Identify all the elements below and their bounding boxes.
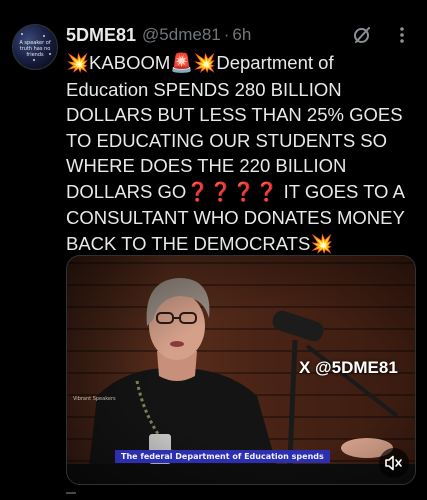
post-text: 💥KABOOM🚨💥Department of Education SPENDS … <box>66 50 414 257</box>
question-mark-emojis: ❓❓❓❓ <box>186 181 279 203</box>
post-timestamp[interactable]: 6h <box>232 25 251 45</box>
post-text-line: Education SPENDS 280 BILLION <box>66 78 342 100</box>
collision-emoji: 💥 <box>310 233 334 255</box>
siren-emoji: 🚨 <box>170 53 194 74</box>
post-actions <box>351 24 413 46</box>
video-watermark: X @5DME81 <box>299 358 398 377</box>
post-text-line: DOLLARS BUT LESS THAN 25% GOES <box>66 104 403 125</box>
collision-emoji: 💥 <box>66 53 90 74</box>
text-segment: DOLLARS GO <box>66 180 187 202</box>
text-segment: IT GOES TO A <box>278 180 405 202</box>
avatar-star <box>43 35 45 37</box>
avatar[interactable]: A speaker of truth has no friends <box>12 24 58 70</box>
post-text-line: BACK TO THE DEMOCRATS💥 <box>66 231 414 258</box>
post[interactable]: A speaker of truth has no friends 5DME81… <box>0 0 427 500</box>
separator-dot: · <box>223 25 230 44</box>
avatar-text: A speaker of truth has no friends <box>19 40 51 58</box>
post-header: 5DME81 @5dme81 · 6h <box>66 22 367 48</box>
grok-icon[interactable] <box>351 24 373 46</box>
volume-muted-icon[interactable] <box>379 448 409 478</box>
text-segment: Department of <box>216 52 334 73</box>
display-name[interactable]: 5DME81 <box>66 25 136 46</box>
reply-icon-partial[interactable] <box>66 492 76 498</box>
post-text-line: TO EDUCATING OUR STUDENTS SO <box>66 129 388 151</box>
speaker-lower-third: Vibrant Speakers <box>73 396 116 402</box>
avatar-star <box>21 33 23 35</box>
user-handle[interactable]: @5dme81 <box>142 25 221 45</box>
text-segment: KABOOM <box>89 52 171 73</box>
post-text-line: 💥KABOOM🚨💥Department of <box>66 50 414 77</box>
video-player[interactable]: Vibrant Speakers X @5DME81 The federal D… <box>66 255 416 485</box>
collision-emoji: 💥 <box>193 53 217 74</box>
post-text-line: CONSULTANT WHO DONATES MONEY <box>66 207 405 228</box>
post-text-line: DOLLARS GO❓❓❓❓ IT GOES TO A <box>66 179 414 206</box>
text-segment: BACK TO THE DEMOCRATS <box>66 232 311 254</box>
post-text-line: WHERE DOES THE 220 BILLION <box>66 155 347 176</box>
video-caption: The federal Department of Education spen… <box>115 450 330 463</box>
more-options-icon[interactable] <box>391 24 413 46</box>
avatar-star <box>33 59 35 61</box>
